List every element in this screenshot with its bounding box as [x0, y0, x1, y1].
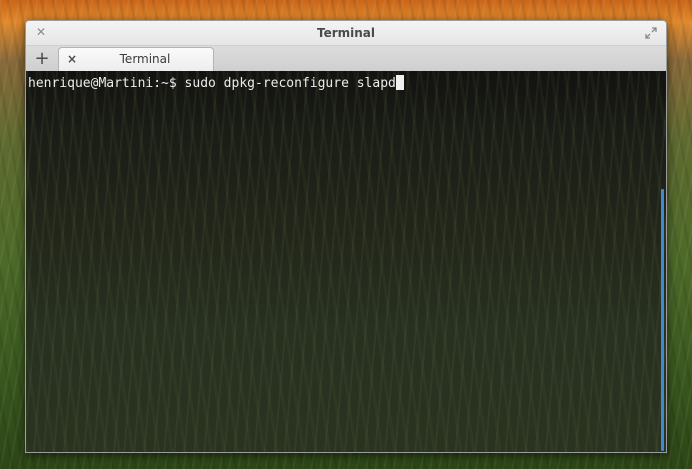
command-text: sudo dpkg-reconfigure slapd	[184, 76, 396, 91]
window-title: Terminal	[316, 26, 376, 40]
tab-label: Terminal	[119, 52, 171, 66]
tab-close-icon[interactable]: ×	[65, 51, 79, 67]
terminal-window: ✕ Terminal + × Terminal henrique@Martini…	[25, 20, 667, 453]
titlebar[interactable]: ✕ Terminal	[26, 21, 666, 46]
maximize-icon[interactable]	[644, 25, 658, 39]
command-line: henrique@Martini:~$ sudo dpkg-reconfigur…	[28, 75, 404, 92]
text-cursor	[395, 75, 404, 90]
tab-terminal[interactable]: × Terminal	[58, 47, 214, 71]
terminal-area[interactable]: henrique@Martini:~$ sudo dpkg-reconfigur…	[26, 71, 666, 452]
new-tab-button[interactable]: +	[30, 48, 54, 70]
shell-prompt: henrique@Martini:~$	[28, 76, 185, 91]
tab-bar: + × Terminal	[26, 46, 666, 71]
scrollbar[interactable]	[661, 189, 664, 451]
